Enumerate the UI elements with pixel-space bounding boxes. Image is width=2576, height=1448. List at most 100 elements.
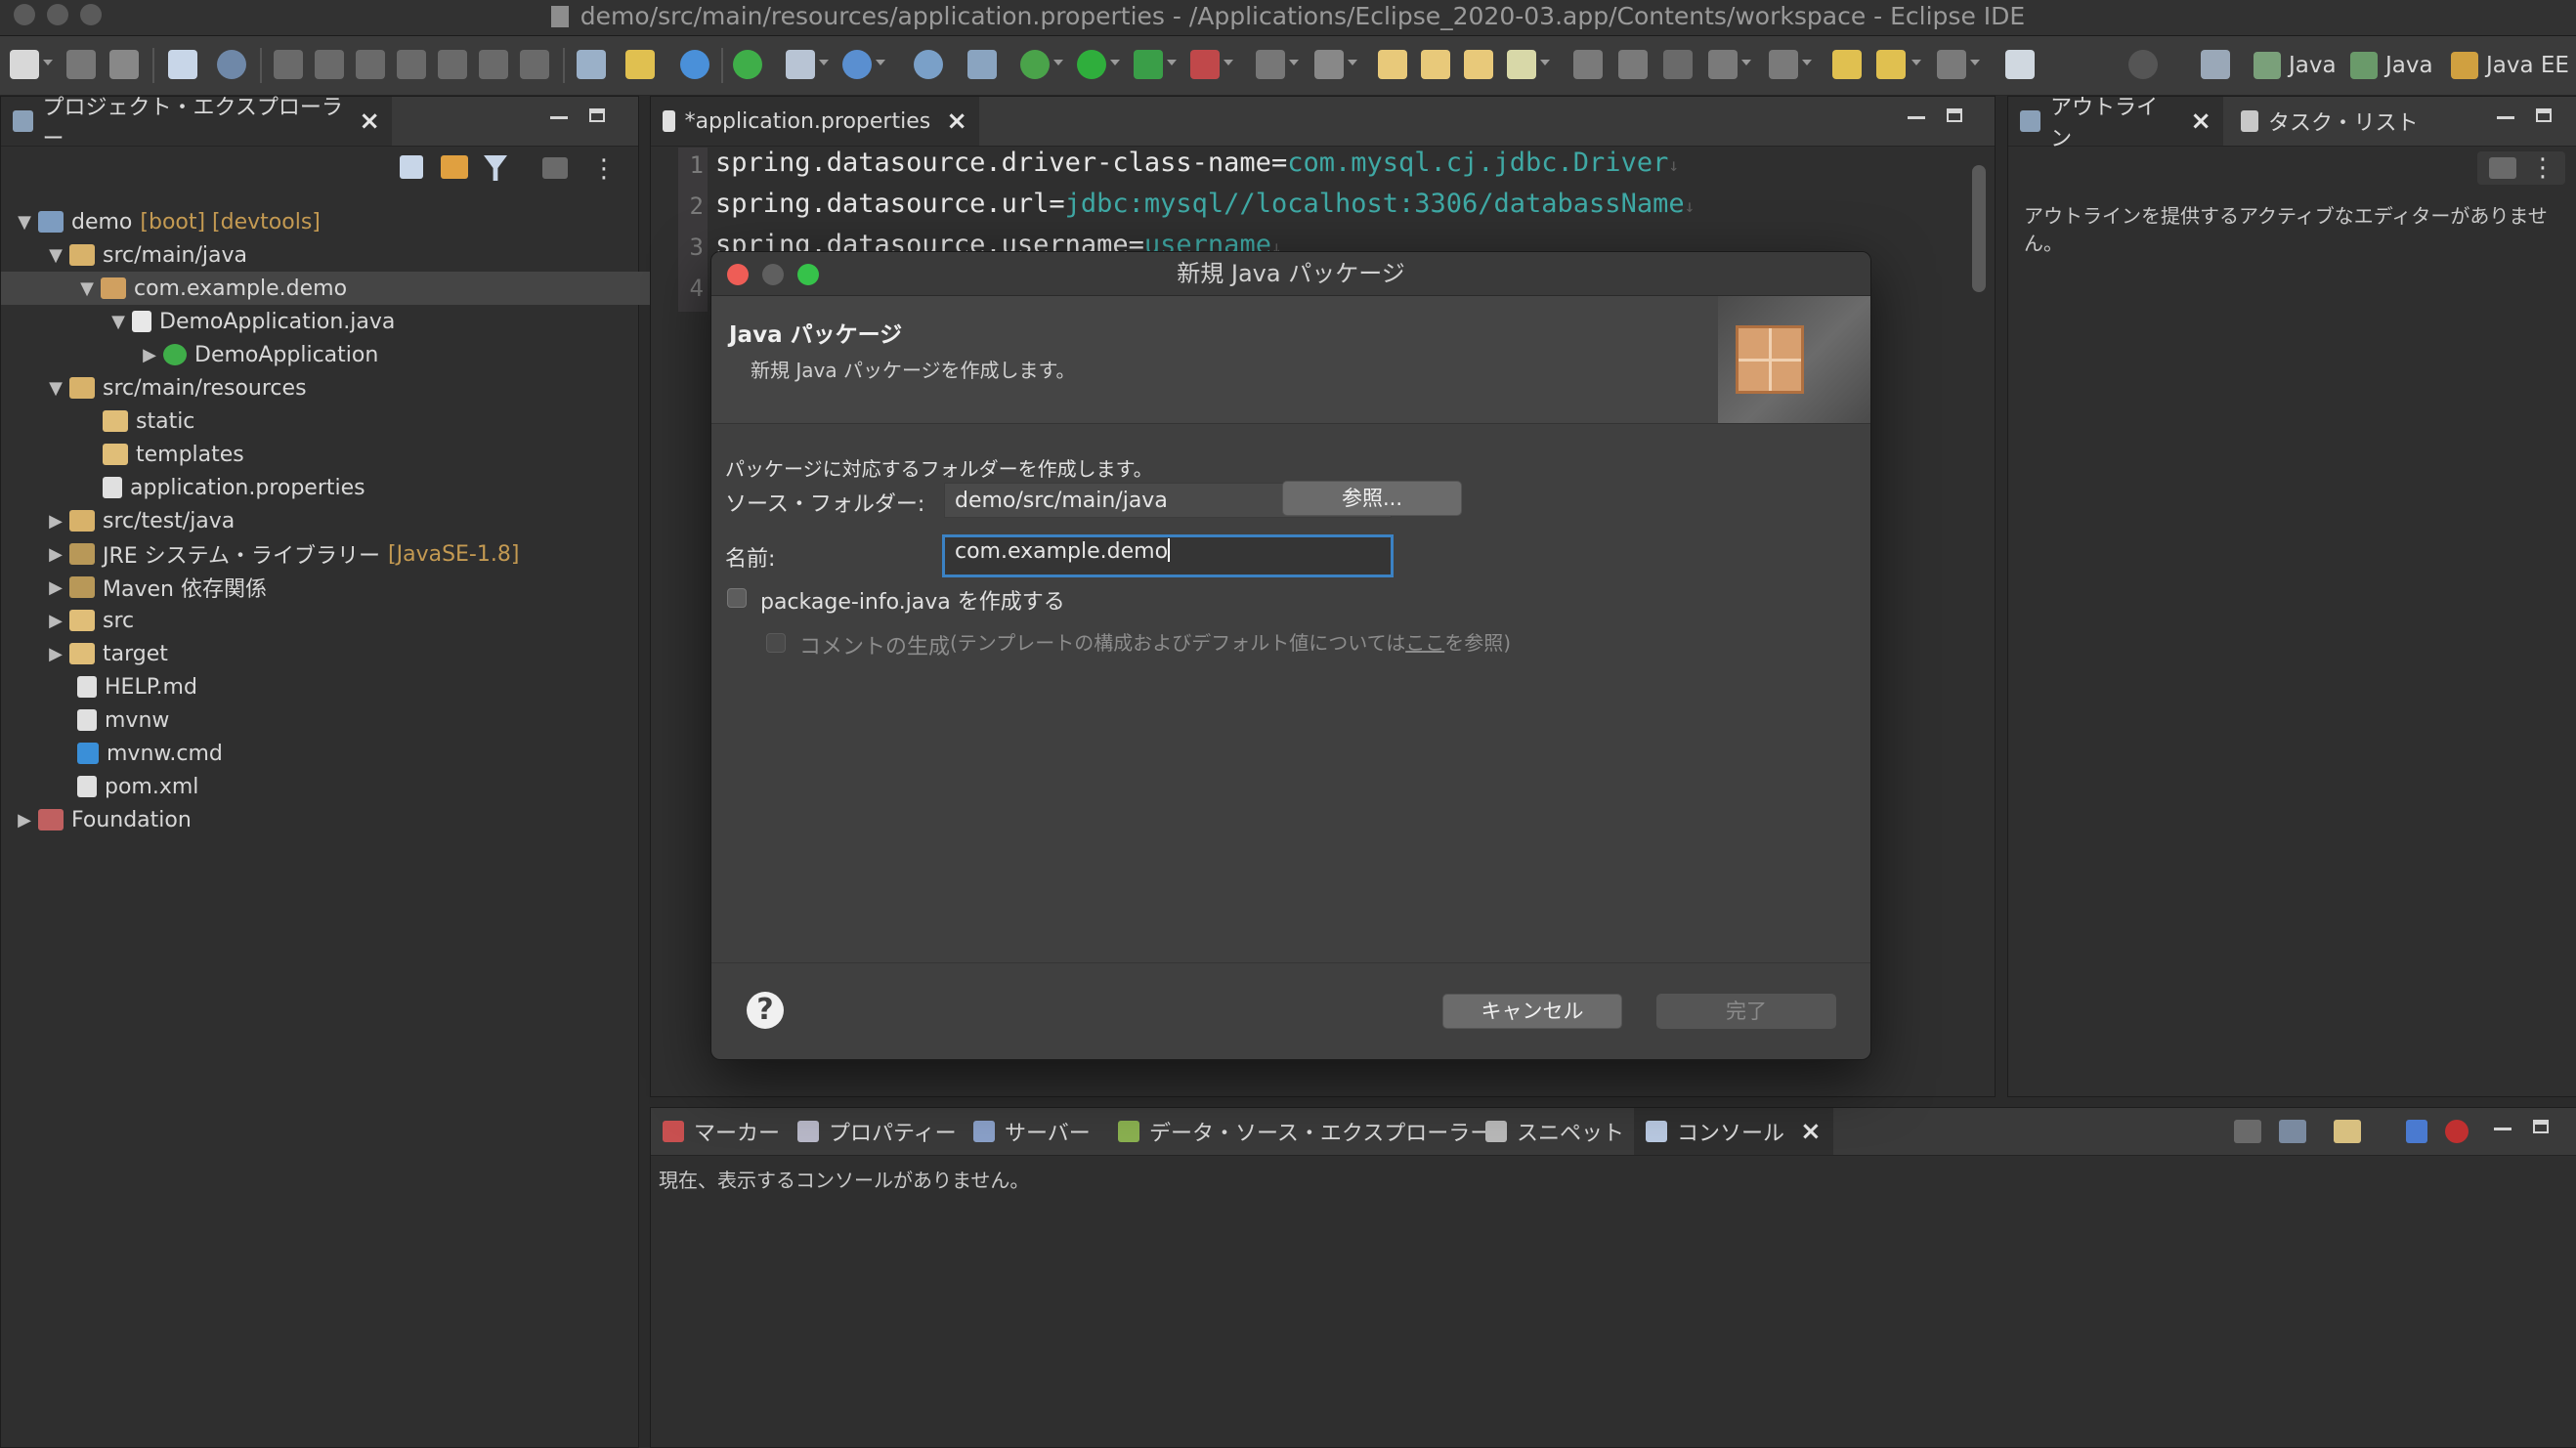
tree-item-jre-library[interactable]: ▶ JRE システム・ライブラリー [JavaSE-1.8]: [1, 537, 681, 571]
chevron-right-icon[interactable]: ▶: [140, 345, 159, 365]
tree-item-mvnw[interactable]: mvnw: [1, 703, 712, 737]
chevron-right-icon[interactable]: ▶: [46, 511, 65, 532]
step-return-icon[interactable]: [520, 50, 549, 79]
power-icon[interactable]: [733, 50, 762, 79]
last-edit-icon[interactable]: [1832, 50, 1862, 79]
dialog-close-button[interactable]: [727, 264, 749, 285]
next-annotation-icon[interactable]: [1708, 50, 1738, 79]
maximize-icon[interactable]: [2533, 1120, 2549, 1133]
close-icon[interactable]: ×: [359, 106, 380, 136]
bookmark-icon[interactable]: [2406, 1120, 2427, 1143]
new-java-project-icon[interactable]: [1378, 50, 1407, 79]
view-menu-icon[interactable]: ⋮: [591, 155, 617, 183]
save-icon[interactable]: [66, 50, 96, 79]
package-name-input[interactable]: com.example.demo: [942, 534, 1394, 577]
minimize-icon[interactable]: [2494, 1128, 2512, 1130]
browse-button[interactable]: 参照...: [1282, 481, 1462, 516]
open-perspective-icon[interactable]: [2005, 50, 2035, 79]
run-icon[interactable]: [1077, 50, 1106, 79]
dialog-minimize-button[interactable]: [762, 264, 784, 285]
close-icon[interactable]: ×: [946, 106, 967, 136]
tree-item-foundation[interactable]: ▶ Foundation: [1, 803, 650, 836]
chevron-down-icon[interactable]: ▼: [46, 378, 65, 399]
web-icon[interactable]: [842, 50, 872, 79]
step-into-icon[interactable]: [438, 50, 467, 79]
forward-arrow-icon[interactable]: [1937, 50, 1966, 79]
tree-item-src[interactable]: ▶ src: [1, 604, 681, 637]
pen-icon[interactable]: [1507, 50, 1536, 79]
open-console-icon[interactable]: [2334, 1120, 2361, 1143]
resume-icon[interactable]: [274, 50, 303, 79]
tree-item-demoapplication-java[interactable]: ▼ DemoApplication.java: [1, 305, 744, 338]
chevron-right-icon[interactable]: ▶: [46, 544, 65, 565]
tree-item-com-example-demo[interactable]: ▼ com.example.demo: [1, 272, 712, 305]
collapse-all-icon[interactable]: [400, 155, 423, 179]
pin-console-icon[interactable]: [2234, 1120, 2261, 1143]
database-icon[interactable]: [967, 50, 997, 79]
deploy-icon[interactable]: [1314, 50, 1344, 79]
tab-console[interactable]: コンソール ×: [1634, 1108, 1833, 1155]
tree-item-demo[interactable]: ▼ demo [boot] [devtools]: [1, 205, 650, 238]
chevron-right-icon[interactable]: ▶: [46, 644, 65, 664]
annotation-icon[interactable]: [1573, 50, 1603, 79]
display-console-icon[interactable]: [2279, 1120, 2306, 1143]
tree-item-static[interactable]: static: [1, 405, 738, 438]
view-menu-icon[interactable]: ⋮: [2530, 153, 2555, 183]
code-line[interactable]: spring.datasource.driver-class-name=com.…: [715, 148, 1679, 178]
use-step-filters-icon[interactable]: [625, 50, 655, 79]
tab-servers[interactable]: サーバー: [962, 1108, 1102, 1155]
tree-item-application-properties[interactable]: application.properties: [1, 471, 738, 504]
editor-scrollbar[interactable]: [1972, 165, 1986, 292]
perspective-java-ee[interactable]: Java EE: [2451, 50, 2569, 81]
tree-item-mvnw-cmd[interactable]: mvnw.cmd: [1, 737, 712, 770]
tab-markers[interactable]: マーカー: [651, 1108, 792, 1155]
tab-project-explorer[interactable]: プロジェクト・エクスプローラー ×: [1, 96, 392, 151]
perspective-switch-icon[interactable]: [2201, 50, 2230, 79]
maximize-icon[interactable]: [2536, 108, 2552, 122]
tab-properties[interactable]: プロパティー: [786, 1108, 968, 1155]
tab-application-properties[interactable]: *application.properties ×: [651, 97, 979, 146]
package-info-checkbox[interactable]: [727, 588, 747, 608]
chevron-down-icon[interactable]: ▼: [77, 278, 97, 299]
chevron-right-icon[interactable]: ▶: [46, 577, 65, 598]
minimize-icon[interactable]: [1908, 116, 1925, 119]
settings-gear-icon[interactable]: [680, 50, 709, 79]
tab-snippets[interactable]: スニペット: [1474, 1108, 1636, 1155]
link-with-editor-icon[interactable]: [441, 155, 468, 179]
close-icon[interactable]: ×: [2190, 106, 2211, 136]
open-type-icon[interactable]: [168, 50, 197, 79]
focus-icon[interactable]: [2489, 157, 2516, 179]
chevron-down-icon[interactable]: ▼: [15, 212, 34, 233]
save-all-icon[interactable]: [109, 50, 139, 79]
open-folder-icon[interactable]: [1464, 50, 1493, 79]
coverage-icon[interactable]: [1134, 50, 1163, 79]
tree-item-templates[interactable]: templates: [1, 438, 738, 471]
new-server-icon[interactable]: [786, 50, 815, 79]
stop-icon[interactable]: [1256, 50, 1285, 79]
perspective-java-1[interactable]: Java: [2254, 50, 2337, 81]
comment-settings-link[interactable]: ここ: [1405, 631, 1444, 655]
maximize-icon[interactable]: [1947, 108, 1962, 122]
tab-data-source-explorer[interactable]: データ・ソース・エクスプローラー: [1106, 1108, 1503, 1155]
tab-outline[interactable]: アウトライン ×: [2008, 96, 2223, 151]
chevron-right-icon[interactable]: ▶: [46, 611, 65, 631]
new-icon[interactable]: [10, 50, 39, 79]
globe-icon[interactable]: [914, 50, 943, 79]
tree-item-src-main-resources[interactable]: ▼ src/main/resources: [1, 371, 681, 405]
minimize-icon[interactable]: [550, 116, 568, 119]
tab-task-list[interactable]: タスク・リスト: [2229, 97, 2444, 146]
disconnect-icon[interactable]: [397, 50, 426, 79]
search-icon[interactable]: [2128, 50, 2158, 79]
perspective-java-2[interactable]: Java: [2350, 50, 2433, 81]
block-selection-icon[interactable]: [1618, 50, 1648, 79]
debug-icon[interactable]: [1020, 50, 1050, 79]
help-icon[interactable]: ?: [747, 992, 784, 1029]
tree-item-src-main-java[interactable]: ▼ src/main/java: [1, 238, 681, 272]
focus-icon[interactable]: [542, 157, 568, 179]
show-whitespace-icon[interactable]: [1663, 50, 1693, 79]
skip-breakpoints-icon[interactable]: [217, 50, 246, 79]
back-arrow-icon[interactable]: [1876, 50, 1906, 79]
prev-annotation-icon[interactable]: [1769, 50, 1798, 79]
cancel-button[interactable]: キャンセル: [1442, 994, 1622, 1029]
ant-icon[interactable]: [2445, 1120, 2469, 1143]
